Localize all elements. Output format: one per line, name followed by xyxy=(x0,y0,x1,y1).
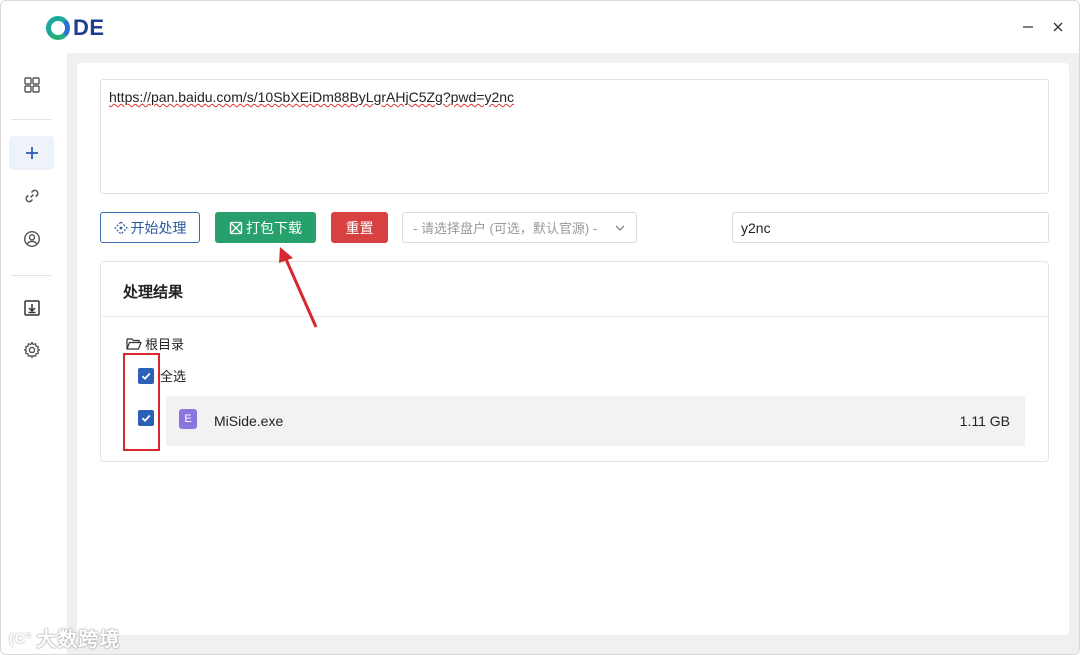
download-box-icon xyxy=(23,300,40,316)
pack-download-label: 打包下载 xyxy=(246,219,302,236)
share-link-textarea[interactable]: https://pan.baidu.com/s/10SbXEiDm88ByLgr… xyxy=(100,79,1049,194)
minimize-icon xyxy=(1023,26,1033,28)
sidebar xyxy=(1,53,67,654)
user-icon xyxy=(23,230,40,248)
chevron-down-icon xyxy=(615,225,625,231)
sidebar-item-downloads[interactable] xyxy=(9,291,54,325)
file-size: 1.11 GB xyxy=(959,413,1010,429)
watermark-logo: (C° xyxy=(9,629,33,646)
share-link-text: https://pan.baidu.com/s/10SbXEiDm88ByLgr… xyxy=(109,89,515,105)
start-processing-button[interactable]: 开始处理 xyxy=(100,212,200,243)
disk-select[interactable]: - 请选择盘户 (可选，默认官源) - xyxy=(402,212,637,243)
link-icon xyxy=(24,189,39,203)
sidebar-item-settings[interactable] xyxy=(9,333,54,367)
watermark-text: 大数跨境 xyxy=(36,629,121,651)
sidebar-divider xyxy=(11,119,51,120)
folder-open-icon xyxy=(126,337,142,350)
pack-download-button[interactable]: 打包下载 xyxy=(215,212,316,243)
annotation-arrow-icon xyxy=(279,247,318,328)
results-title: 处理结果 xyxy=(123,284,184,301)
sidebar-item-dashboard[interactable] xyxy=(9,68,54,102)
sidebar-item-account[interactable] xyxy=(9,222,54,256)
gear-icon xyxy=(23,341,40,359)
annotation-highlight-box xyxy=(123,353,160,451)
title-bar: DE xyxy=(1,1,1079,53)
root-folder-label: 根目录 xyxy=(145,337,185,352)
select-all-label: 全选 xyxy=(160,369,187,384)
sidebar-item-link[interactable] xyxy=(9,179,54,213)
reset-label: 重置 xyxy=(345,219,374,236)
plus-icon xyxy=(25,147,38,159)
minimize-button[interactable] xyxy=(1018,17,1038,37)
file-name: MiSide.exe xyxy=(214,413,284,429)
close-icon xyxy=(1053,22,1063,32)
watermark: (C° 大数跨境 xyxy=(9,623,120,652)
password-input[interactable]: y2nc xyxy=(732,212,1049,243)
file-row[interactable]: E MiSide.exe 1.11 GB xyxy=(166,396,1025,446)
package-icon xyxy=(229,221,243,234)
results-divider xyxy=(101,316,1048,317)
results-panel: 处理结果 根目录 全选 E MiSide.exe 1.11 GB xyxy=(100,261,1049,462)
app-window: DE https://pan.baidu.com/s/10SbXEiDm88By… xyxy=(0,0,1080,655)
sidebar-divider xyxy=(11,275,51,276)
target-icon xyxy=(113,220,128,235)
app-logo: DE xyxy=(46,15,105,41)
root-folder[interactable]: 根目录 xyxy=(126,334,184,353)
disk-select-placeholder: - 请选择盘户 (可选，默认官源) - xyxy=(413,221,598,236)
close-button[interactable] xyxy=(1048,17,1068,37)
exe-file-icon: E xyxy=(179,409,197,429)
logo-ring-icon xyxy=(46,16,70,40)
logo-text: DE xyxy=(73,15,105,40)
start-processing-label: 开始处理 xyxy=(130,219,187,236)
reset-button[interactable]: 重置 xyxy=(331,212,388,243)
sidebar-item-add[interactable] xyxy=(9,136,54,170)
password-value: y2nc xyxy=(741,219,771,236)
grid-icon xyxy=(23,77,40,93)
